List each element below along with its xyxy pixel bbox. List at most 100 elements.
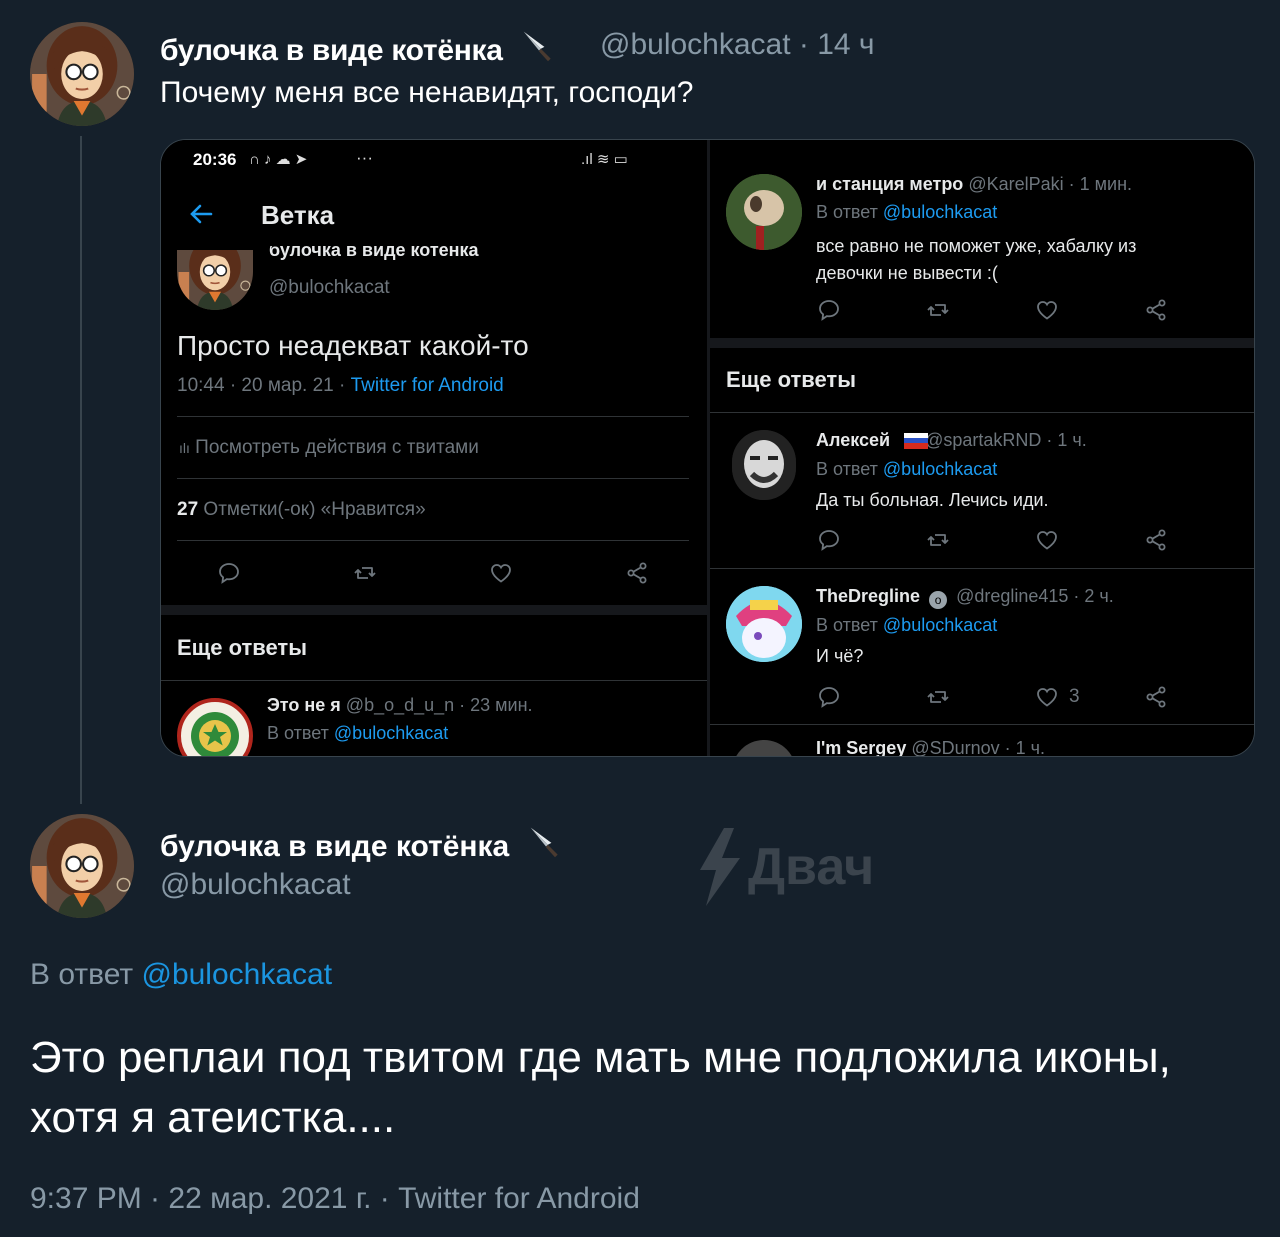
source-link[interactable]: Twitter for Android (351, 375, 504, 396)
divider (177, 540, 689, 541)
avatar-image (177, 250, 253, 310)
thread-connector-line (80, 136, 82, 804)
retweet-icon[interactable] (926, 528, 950, 552)
reply3-text: И чё? (816, 646, 864, 666)
attached-image[interactable]: 20:36 ∩ ♪ ☁ ➤ ··· .ıl ≋ ▭ Ветка булочка … (160, 139, 1255, 757)
lightning-icon (700, 828, 740, 906)
share-icon[interactable] (1144, 528, 1168, 552)
reply1-text-line2: девочки не вывести :( (816, 263, 998, 283)
avatar[interactable] (30, 22, 134, 126)
share-icon[interactable] (1144, 298, 1168, 322)
avatar[interactable] (177, 250, 253, 310)
avatar[interactable] (732, 430, 796, 500)
status-more: ··· (356, 148, 373, 167)
reply4-meta: @SDurnov · 1 ч. (911, 738, 1046, 757)
knife-icon (528, 824, 564, 860)
verified-badge-icon: o (929, 591, 948, 609)
reply-to-handle[interactable]: @bulochkacat (883, 459, 997, 479)
avatar[interactable] (732, 740, 796, 756)
divider (177, 416, 689, 417)
reply1-meta: @KarelPaki · 1 мин. (968, 174, 1133, 194)
tweet2-handle[interactable]: @bulochkacat (160, 868, 351, 902)
like-icon[interactable] (1035, 298, 1059, 322)
tweet2-footer[interactable]: 9:37 PM · 22 мар. 2021 г. · Twitter for … (30, 1182, 640, 1216)
reply-author-name[interactable]: Это не я (267, 695, 341, 715)
screenshot-right-pane: и станция метро @KarelPaki · 1 мин. В от… (710, 140, 1254, 757)
reply-meta: @b_o_d_u_n · 23 мин. (345, 695, 533, 715)
likes-label: Отметки(-ок) «Нравится» (203, 499, 426, 520)
divider (161, 680, 707, 681)
russia-flag-icon (904, 433, 928, 449)
retweet-icon[interactable] (353, 561, 377, 585)
reply-to-handle[interactable]: @bulochkacat (883, 615, 997, 635)
divider (710, 724, 1254, 725)
tweet2-author-name[interactable]: булочка в виде котёнка (160, 824, 564, 864)
reply3-header: TheDregline o @dregline415 · 2 ч. (816, 586, 1114, 609)
reply4-author-name[interactable]: I'm Sergey (816, 738, 906, 756)
reply-to-label: В ответ (816, 459, 878, 479)
divider (177, 478, 689, 479)
author-handle: @bulochkacat (269, 277, 390, 298)
likes-summary[interactable]: 27 Отметки(-ок) «Нравится» (177, 499, 426, 521)
avatar-image (726, 586, 802, 662)
reply-icon[interactable] (817, 528, 841, 552)
dvach-watermark: Двач (694, 828, 874, 906)
retweet-icon[interactable] (926, 298, 950, 322)
reply1-author-name[interactable]: и станция метро (816, 174, 963, 194)
avatar[interactable] (726, 174, 802, 250)
avatar-image (726, 174, 802, 250)
reply3-author-name[interactable]: TheDregline (816, 586, 920, 606)
reply1-header: и станция метро @KarelPaki · 1 мин. (816, 174, 1132, 195)
avatar[interactable] (726, 586, 802, 662)
timestamp-text: 10:44 · 20 мар. 21 · (177, 375, 346, 396)
reply1-text: все равно не поможет уже, хабалку из дев… (816, 233, 1136, 287)
section-separator (710, 338, 1254, 348)
tweet-timestamp: 10:44 · 20 мар. 21 · Twitter for Android (177, 375, 504, 397)
reply3-meta: @dregline415 · 2 ч. (956, 586, 1114, 606)
reply-to-label: В ответ (30, 958, 134, 991)
reply1-text-line1: все равно не поможет уже, хабалку из (816, 236, 1137, 256)
like-icon[interactable] (489, 561, 513, 585)
reply-to-handle[interactable]: @bulochkacat (883, 202, 997, 222)
avatar-image (732, 430, 796, 500)
more-replies-heading: Еще ответы (177, 635, 307, 660)
reply2-meta: @spartakRND · 1 ч. (925, 430, 1087, 450)
tweet1-handle-time[interactable]: @bulochkacat · 14 ч (600, 28, 875, 62)
like-icon[interactable] (1035, 528, 1059, 552)
more-replies-heading: Еще ответы (726, 367, 856, 392)
reply-to-line: В ответ @bulochkacat (267, 723, 448, 744)
reply-icon[interactable] (817, 298, 841, 322)
reply-icon[interactable] (217, 561, 241, 585)
avatar-image (30, 22, 134, 126)
reply-to-handle[interactable]: @bulochkacat (141, 958, 332, 991)
reply2-author-name[interactable]: Алексей (816, 430, 890, 450)
view-activity-link[interactable]: ılı Посмотреть действия с твитами (179, 437, 479, 459)
share-icon[interactable] (625, 561, 649, 585)
reply-to-label: В ответ (816, 615, 878, 635)
retweet-icon[interactable] (926, 685, 950, 709)
reply-to-label: В ответ (267, 723, 329, 743)
tweet-text: Просто неадекват какой-то (177, 330, 529, 361)
tweet2-reply-to: В ответ @bulochkacat (30, 958, 332, 992)
tweet1-text: Почему меня все ненавидят, господи? (160, 76, 694, 109)
author-name-text: булочка в виде котёнка (160, 34, 503, 67)
tweet2-text: Это реплаи под твитом где мать мне подло… (30, 1033, 1171, 1142)
like-count: 3 (1069, 686, 1080, 707)
reply-to-handle[interactable]: @bulochkacat (334, 723, 448, 743)
reply4-header: I'm Sergey @SDurnov · 1 ч. (816, 738, 1046, 757)
back-arrow-icon[interactable] (187, 200, 215, 228)
tweet1-author-name[interactable]: булочка в виде котёнка (160, 28, 557, 68)
like-icon[interactable] (1035, 685, 1059, 709)
bar-chart-icon: ılı (179, 440, 190, 456)
avatar[interactable] (30, 814, 134, 918)
divider (710, 568, 1254, 569)
avatar[interactable] (177, 698, 253, 756)
reply2-text: Да ты больная. Лечись иди. (816, 490, 1049, 510)
reply2-to-line: В ответ @bulochkacat (816, 459, 997, 480)
author-name-text: булочка в виде котёнка (269, 246, 479, 260)
reply-icon[interactable] (817, 685, 841, 709)
reply-to-label: В ответ (816, 202, 878, 222)
reply1-to-line: В ответ @bulochkacat (816, 202, 997, 223)
share-icon[interactable] (1144, 685, 1168, 709)
divider (710, 412, 1254, 413)
